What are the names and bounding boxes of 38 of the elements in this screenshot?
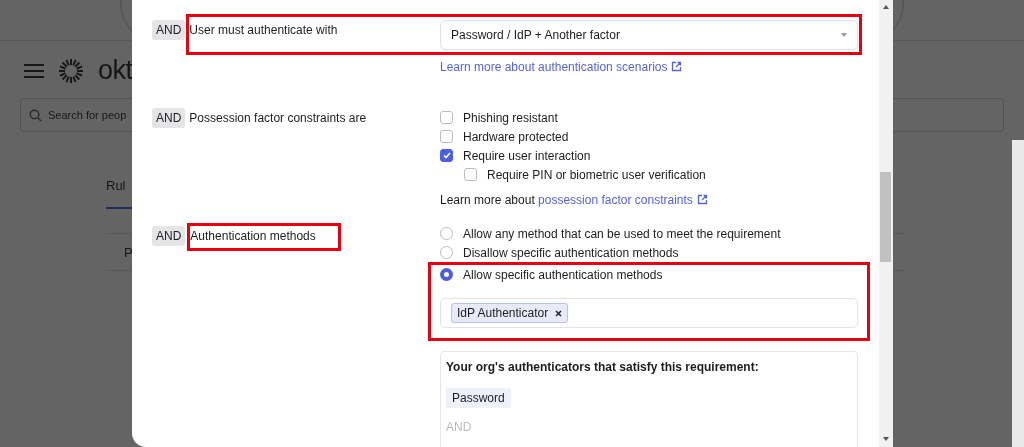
authenticator-chip: Password (446, 388, 511, 408)
scrollbar[interactable] (879, 0, 893, 447)
and-badge: AND (152, 20, 186, 40)
possession-constraints-link[interactable]: possession factor constraints (538, 193, 708, 207)
menu-icon[interactable] (24, 62, 44, 79)
radio-label: Allow specific authentication methods (463, 267, 663, 282)
condition-label: Possession factor constraints are (189, 110, 367, 125)
search-icon (29, 108, 42, 122)
remove-icon[interactable] (555, 309, 563, 317)
and-badge: AND (152, 108, 186, 128)
checkbox-label: Hardware protected (463, 129, 569, 144)
radio-label: Disallow specific authentication methods (463, 245, 679, 260)
radio-button[interactable] (440, 268, 453, 281)
authentication-select[interactable]: Password / IdP + Another factor (440, 20, 858, 50)
caret-icon (841, 33, 847, 37)
condition-label: Authentication methods (190, 229, 316, 243)
radio-label: Allow any method that can be used to meet the requirement (463, 226, 781, 241)
external-link-icon (696, 194, 708, 205)
table-cell: P (124, 244, 133, 260)
joiner-text: AND (446, 420, 473, 434)
external-link-icon (671, 61, 683, 72)
note-text: Learn more about (440, 193, 535, 207)
checkbox[interactable] (440, 130, 453, 143)
checkbox-label: Require PIN or biometric user verification (487, 167, 706, 182)
sunburst-logo-icon (58, 57, 84, 84)
checkbox[interactable] (440, 149, 453, 162)
checkbox-label: Require user interaction (463, 148, 591, 163)
panel-heading: Your org's authenticators that satisfy this requirement: (446, 360, 760, 374)
scrollbar[interactable] (1012, 140, 1024, 447)
authenticator-field[interactable]: IdP Authenticator (440, 298, 858, 328)
authenticator-tag[interactable]: IdP Authenticator (451, 303, 569, 323)
learn-more-link[interactable]: Learn more about authentication scenarios (440, 60, 683, 74)
checkbox[interactable] (464, 168, 477, 181)
logo-text: okt (98, 55, 133, 86)
checkbox[interactable] (440, 111, 453, 124)
checkbox-label: Phishing resistant (463, 110, 558, 125)
condition-label: User must authenticate with (189, 22, 338, 37)
and-badge: AND (152, 226, 186, 246)
